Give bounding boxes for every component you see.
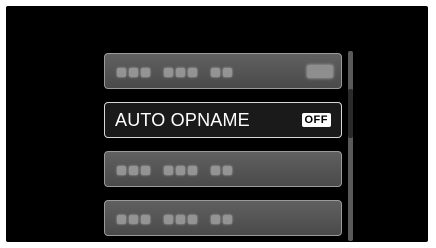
menu-item-1[interactable] [104,53,342,89]
scrollbar-track[interactable] [348,51,353,241]
menu-item-4[interactable] [104,200,342,236]
blurred-value [307,65,333,78]
menu-item-auto-opname[interactable]: AUTO OPNAME OFF [104,102,342,138]
blurred-label [117,68,232,77]
scrollbar-thumb[interactable] [348,89,353,138]
camera-menu-screen: AUTO OPNAME OFF [6,6,428,242]
menu-item-3[interactable] [104,151,342,187]
menu-item-label: AUTO OPNAME [115,110,250,130]
blurred-label [117,215,232,224]
value-badge-off: OFF [301,113,331,127]
blurred-label [117,166,232,175]
